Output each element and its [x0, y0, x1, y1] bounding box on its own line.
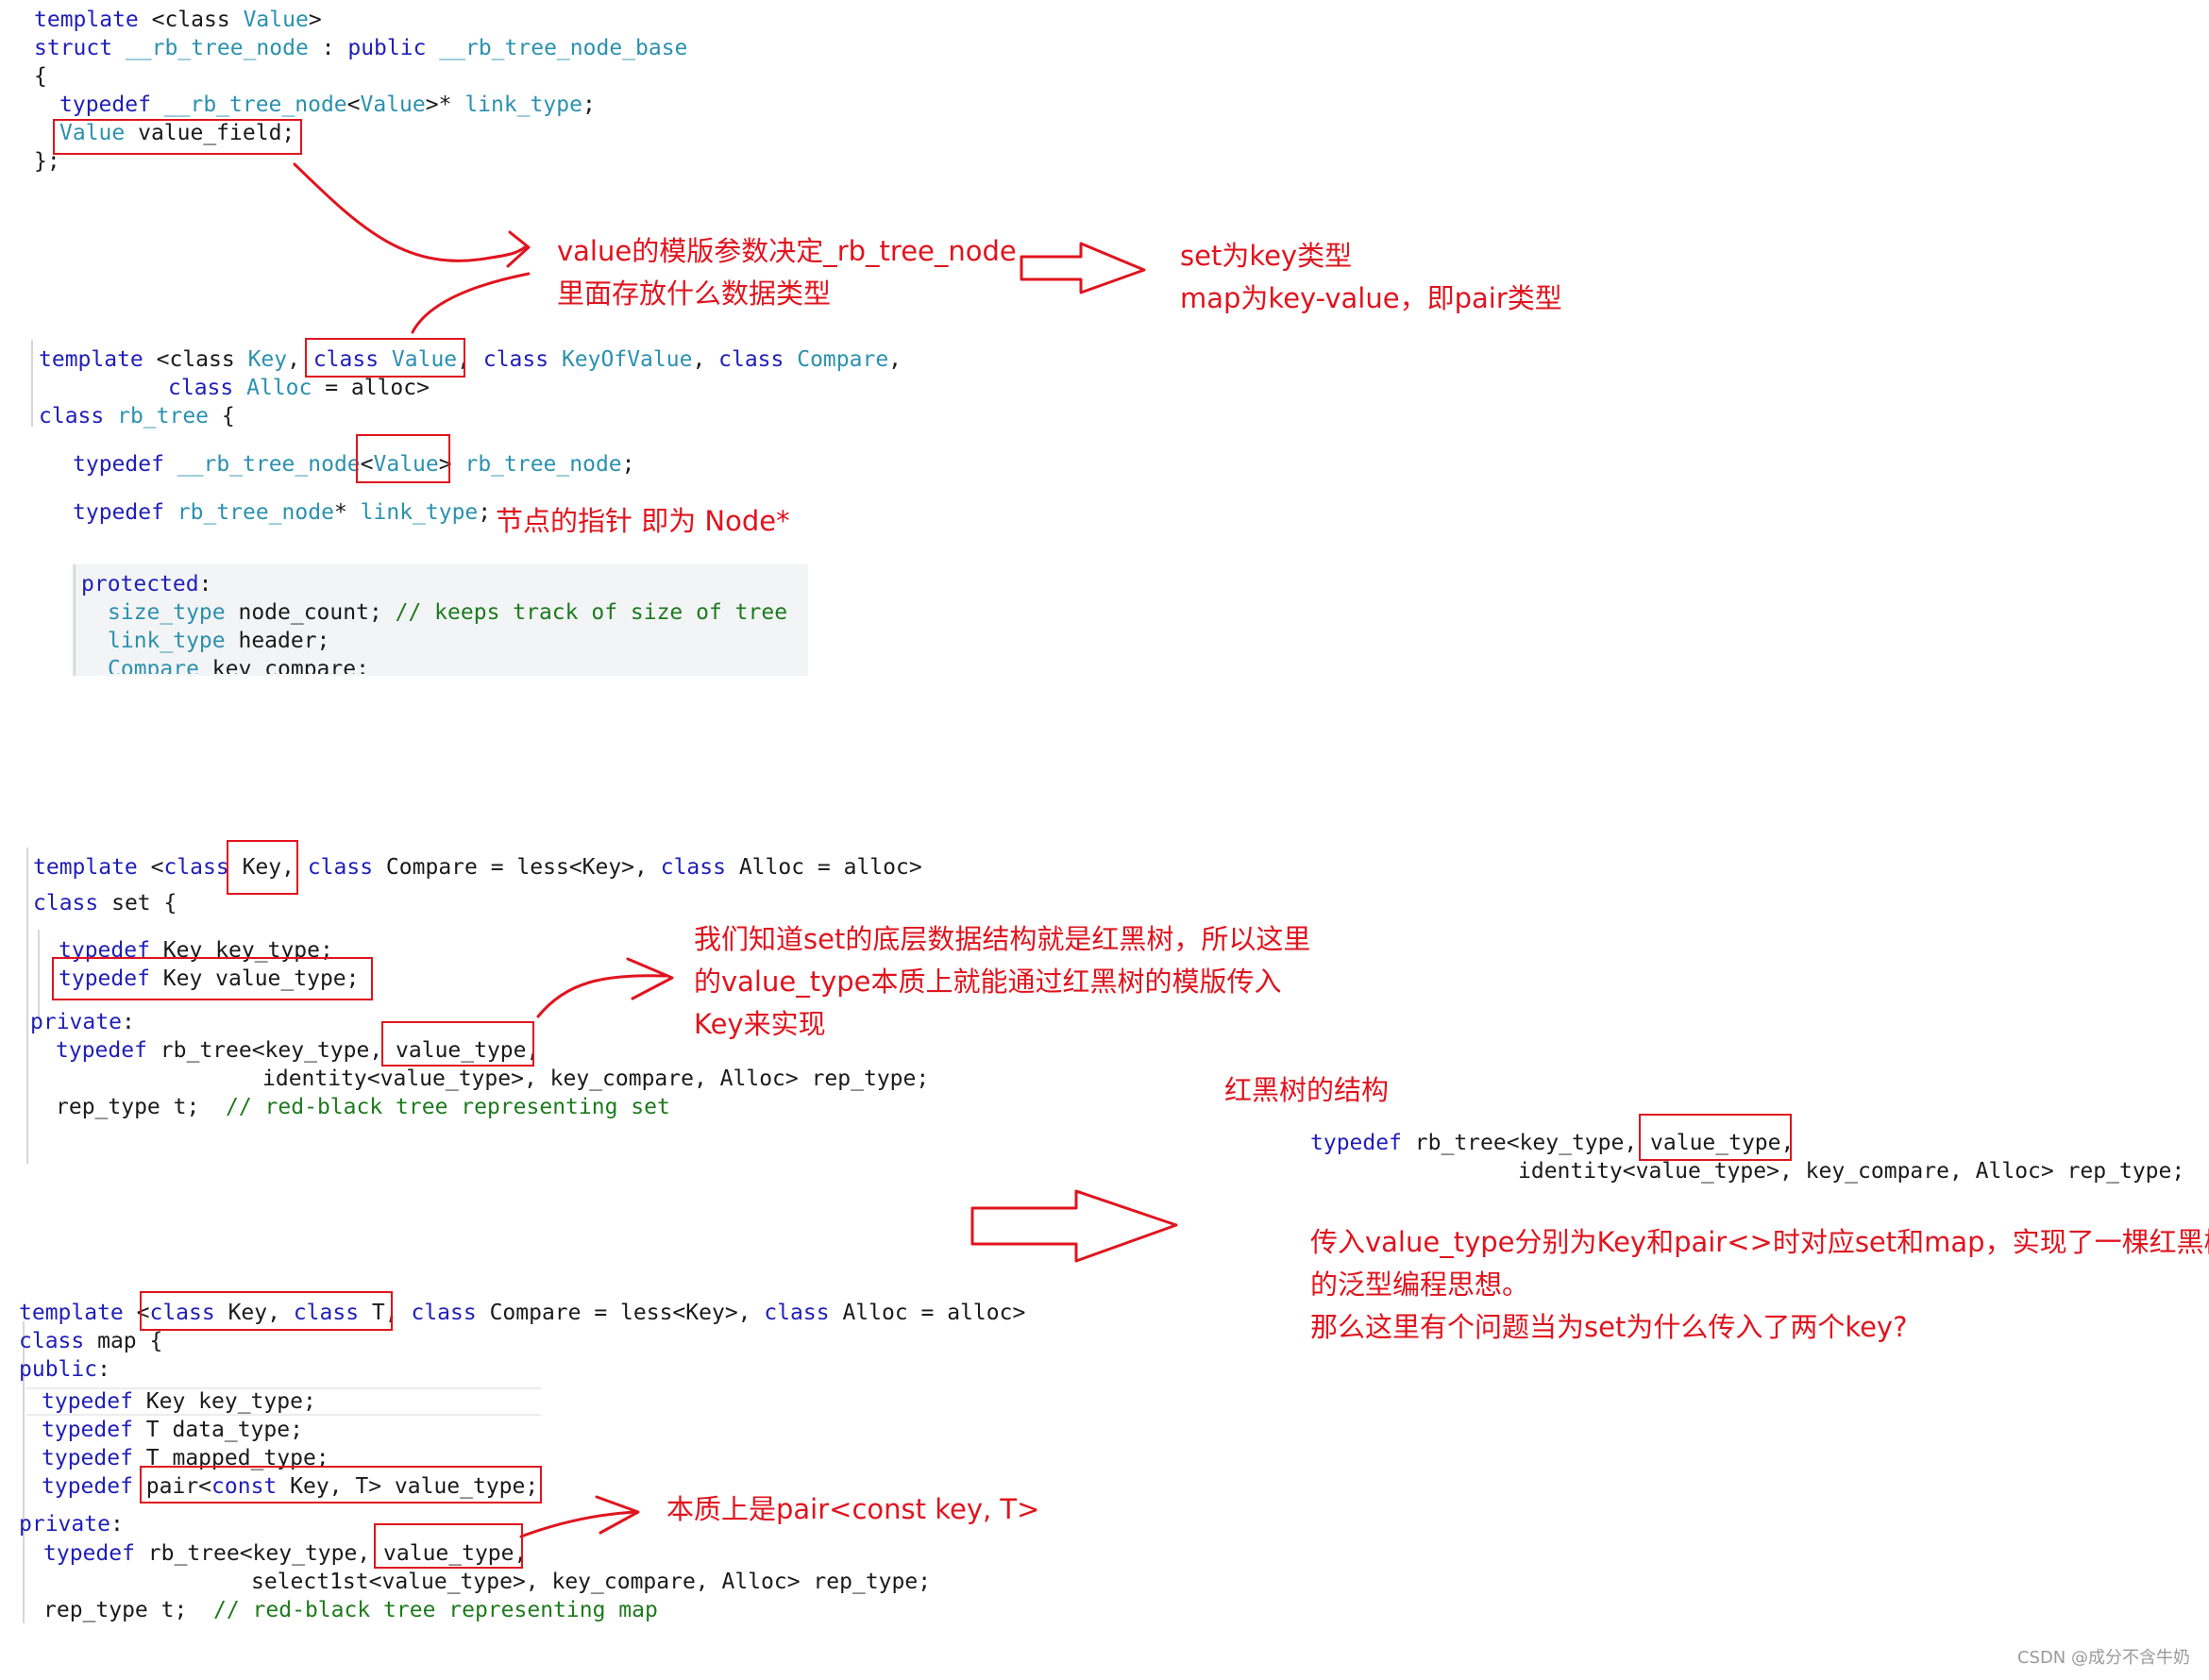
note-conclusion: 的泛型编程思想。 [1310, 1268, 1530, 1301]
note-set-type: set为key类型 [1180, 240, 1353, 272]
watermark: CSDN @成分不含牛奶 [2016, 1648, 2190, 1668]
note-node-pointer: 节点的指针 即为 Node* [496, 505, 790, 537]
curved-arrow-class-value [411, 272, 531, 334]
note-conclusion: 传入value_type分别为Key和pair<>时对应set和map，实现了一… [1310, 1226, 2209, 1258]
block-arrow-structure [970, 1189, 1178, 1263]
note-value-param: 里面存放什么数据类型 [557, 277, 832, 310]
annotation-arrows [293, 162, 1178, 1538]
note-value-param: value的模版参数决定_rb_tree_node [557, 235, 1017, 267]
note-map-type: map为key-value，即pair类型 [1180, 282, 1562, 314]
note-set-explain: 的value_type本质上就能通过红黑树的模版传入 [694, 966, 1282, 998]
note-pair: 本质上是pair<const key, T> [666, 1493, 1040, 1525]
note-conclusion: 那么这里有个问题当为set为什么传入了两个key? [1310, 1311, 1908, 1343]
note-set-explain: 我们知道set的底层数据结构就是红黑树，所以这里 [694, 923, 1311, 955]
arrowhead [626, 957, 674, 1000]
curved-arrow-value-field [293, 162, 527, 262]
block-arrow-types [1020, 242, 1146, 294]
arrowhead [506, 230, 531, 268]
curved-arrow-set-value-type [536, 974, 667, 1018]
note-rb-structure-title: 红黑树的结构 [1224, 1074, 1390, 1106]
note-set-explain: Key来实现 [694, 1008, 826, 1040]
